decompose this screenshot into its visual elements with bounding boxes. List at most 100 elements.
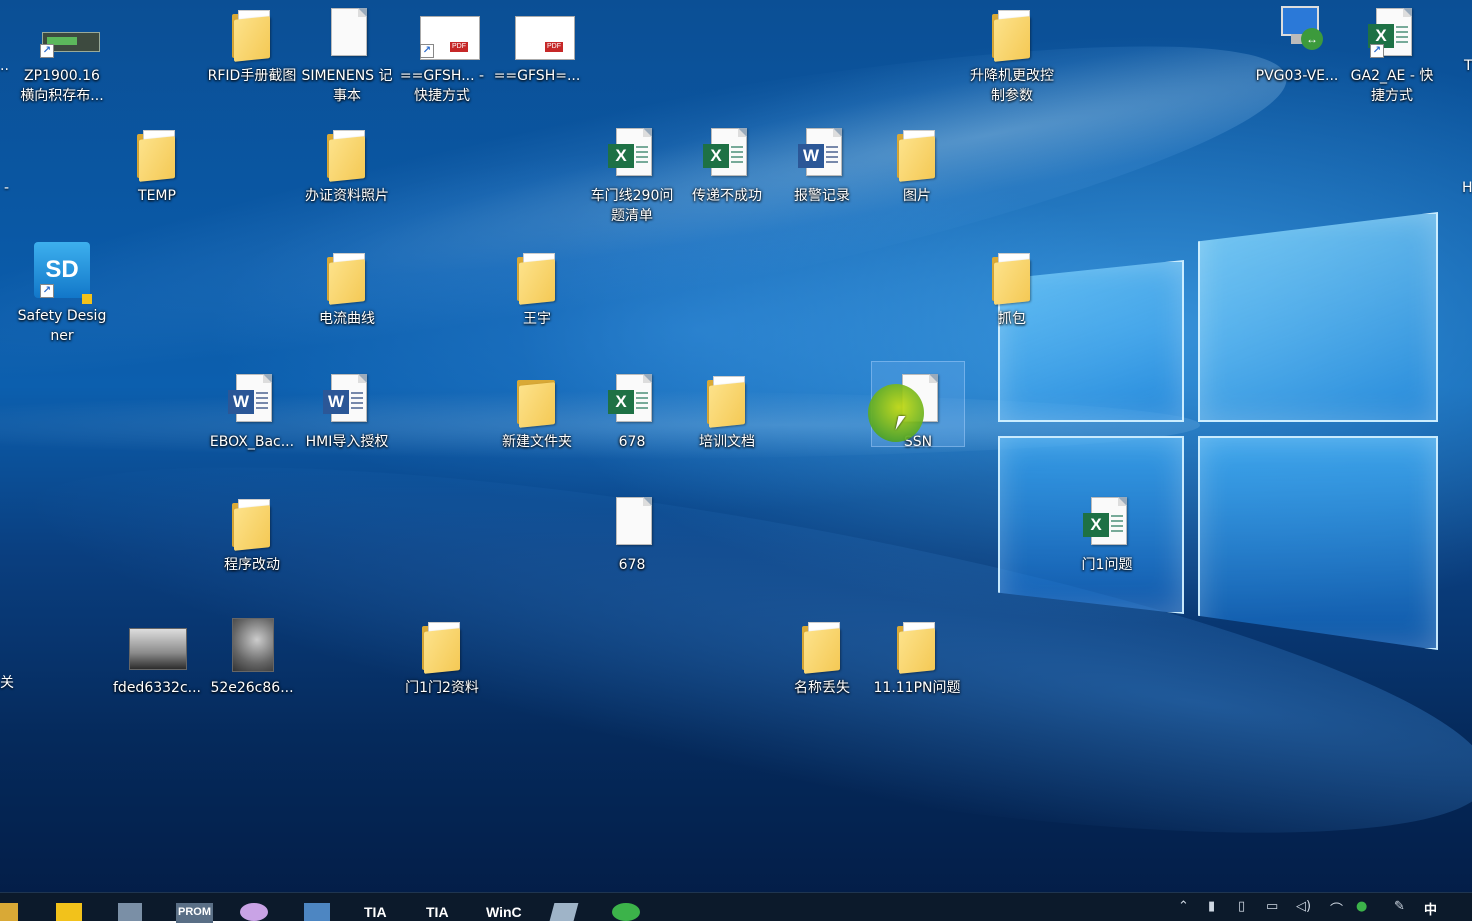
desktop-icon-shengjiang[interactable]: 升降机更改控制参数 [966,6,1058,106]
folder-icon [988,6,1036,62]
wifi-icon[interactable]: ⌒ [1330,899,1343,918]
word-icon: W [228,372,276,426]
desktop[interactable]: .. - 关 T H ↗ ZP1900.16 横向积存布... RFID手册截图… [0,0,1472,920]
taskbar-item-tia[interactable]: TIA [426,903,449,923]
desktop-icon-hmi[interactable]: W HMI导入授权 [301,372,393,452]
desktop-icon-tupian[interactable]: 图片 [871,126,963,206]
excel-icon: X [608,126,656,180]
program-icon: ↗ [38,6,100,60]
desktop-icon-label: RFID手册截图 [207,68,297,84]
pen-tray-icon[interactable]: ✎ [1394,899,1405,914]
volume-icon[interactable]: ◁) [1296,899,1311,914]
safety-designer-icon: SD ↗ [34,242,92,304]
desktop-icon-label: ZP1900.16 横向积存布... [20,68,104,104]
desktop-icon-ebox[interactable]: W EBOX_Bac... [206,372,298,452]
desktop-icon-gfsh[interactable]: PDF ==GFSH=... [491,6,583,86]
desktop-icon-label: 新建文件夹 [502,434,572,450]
click-highlight-indicator [868,384,924,442]
device-icon[interactable]: ▯ [1238,899,1245,914]
wechat-tray-icon[interactable]: ● [1356,899,1367,914]
desktop-icon-label: EBOX_Bac... [209,434,295,450]
image-thumbnail-icon [228,618,276,672]
windows-logo-pane [1198,436,1438,650]
desktop-icon-gfsh-shortcut[interactable]: PDF ↗ ==GFSH... - 快捷方式 [396,6,488,106]
desktop-icon-wangyu[interactable]: 王宇 [491,249,583,329]
show-hidden-icons-chevron-icon[interactable]: ⌃ [1178,899,1189,914]
word-icon: W [323,372,371,426]
taskbar: PROM TIA TIA WinC ⌃ ▮ ▯ ▭ ◁) ⌒ ● ✎ 中 [0,892,1472,923]
desktop-icon-label: 办证资料照片 [305,188,389,204]
desktop-icon-label: 门1门2资料 [405,680,479,696]
desktop-icon-label: HMI导入授权 [305,434,389,450]
desktop-icon-chuandi[interactable]: X 传递不成功 [681,126,773,206]
desktop-icon-label: 抓包 [998,311,1026,327]
pdf-icon: PDF ↗ [418,6,480,60]
desktop-icon-label: 报警记录 [794,188,850,204]
desktop-icon-temp[interactable]: TEMP [111,126,203,206]
desktop-icon-ga2ae[interactable]: X ↗ GA2_AE - 快捷方式 [1346,6,1438,106]
network-icon[interactable]: ▭ [1266,899,1278,914]
pen-app-icon[interactable] [549,903,579,921]
desktop-icon-men1men2[interactable]: 门1门2资料 [396,618,488,698]
desktop-icon-text-678[interactable]: 678 [586,495,678,575]
folder-taskbar-icon[interactable] [56,903,82,921]
desktop-icon-dianliu[interactable]: 电流曲线 [301,249,393,329]
desktop-icon-simenens[interactable]: SIMENENS 记事本 [301,6,393,106]
desktop-icon-pvg03[interactable]: ↔ PVG03-VE... [1251,6,1343,86]
desktop-icon-label: 678 [618,557,646,573]
taskbar-item-prom[interactable]: PROM [176,903,213,923]
folder-icon [893,618,941,674]
desktop-icon-men1[interactable]: X 门1问题 [1061,495,1153,575]
file-explorer-icon[interactable] [0,903,18,921]
folder-icon [228,6,276,62]
desktop-icon-label: TEMP [138,188,176,204]
excel-icon: X [608,372,656,426]
desktop-icon-label: 门1问题 [1081,557,1133,573]
desktop-icon-fded[interactable]: fded6332c... [111,618,203,698]
remote-desktop-icon: ↔ [1273,6,1323,60]
desktop-icon-label: SIMENENS 记事本 [301,68,393,104]
desktop-icon-xinjian[interactable]: 新建文件夹 [491,372,583,452]
desktop-icon-rfid[interactable]: RFID手册截图 [206,6,298,86]
desktop-icon-label: fded6332c... [113,680,201,696]
desktop-icon-chemen[interactable]: X 车门线290问题清单 [586,126,678,226]
desktop-icon-peixun[interactable]: 培训文档 [681,372,773,452]
desktop-icon-zhuabao[interactable]: 抓包 [966,249,1058,329]
app-circle-icon[interactable] [240,903,268,921]
folder-icon [323,249,371,305]
folder-icon [798,618,846,674]
wechat-icon[interactable] [612,903,640,921]
folder-icon [513,372,561,428]
window-app-icon[interactable] [304,903,330,921]
desktop-icon-label: 电流曲线 [319,311,375,327]
folder-icon [323,126,371,182]
folder-icon [513,249,561,305]
desktop-icon-pn[interactable]: 11.11PN问题 [871,618,963,698]
edge-text: .. [0,58,9,74]
excel-icon: X ↗ [1368,6,1416,60]
taskbar-item-winc[interactable]: WinC [486,903,522,923]
desktop-icon-label: ==GFSH... - 快捷方式 [399,68,485,104]
desktop-icon-banzheng[interactable]: 办证资料照片 [301,126,393,206]
desktop-icon-safety-designer[interactable]: SD ↗ Safety Designer [16,242,108,346]
desktop-icon-label: 名称丢失 [794,680,850,696]
desktop-icon-label: 678 [618,434,646,450]
desktop-icon-zp1900[interactable]: ↗ ZP1900.16 横向积存布... [16,6,108,106]
text-file-icon [608,495,656,549]
desktop-icon-excel-678[interactable]: X 678 [586,372,678,452]
ime-indicator[interactable]: 中 [1424,899,1437,918]
desktop-icon-label: 图片 [903,188,931,204]
folder-icon [988,249,1036,305]
taskbar-item-tia[interactable]: TIA [364,903,387,923]
desktop-icon-label: PVG03-VE... [1255,68,1339,84]
usb-icon[interactable]: ▮ [1208,899,1215,914]
desktop-icon-52e26c86[interactable]: 52e26c86... [206,618,298,698]
desktop-icon-label: 传递不成功 [692,188,762,204]
desktop-icon-baojing[interactable]: W 报警记录 [776,126,868,206]
desktop-icon-chengxu[interactable]: 程序改动 [206,495,298,575]
folder-icon [893,126,941,182]
desktop-icon-label: 升降机更改控制参数 [970,68,1054,104]
desktop-icon-mingcheng[interactable]: 名称丢失 [776,618,868,698]
excel-icon: X [703,126,751,180]
calculator-icon[interactable] [118,903,142,921]
